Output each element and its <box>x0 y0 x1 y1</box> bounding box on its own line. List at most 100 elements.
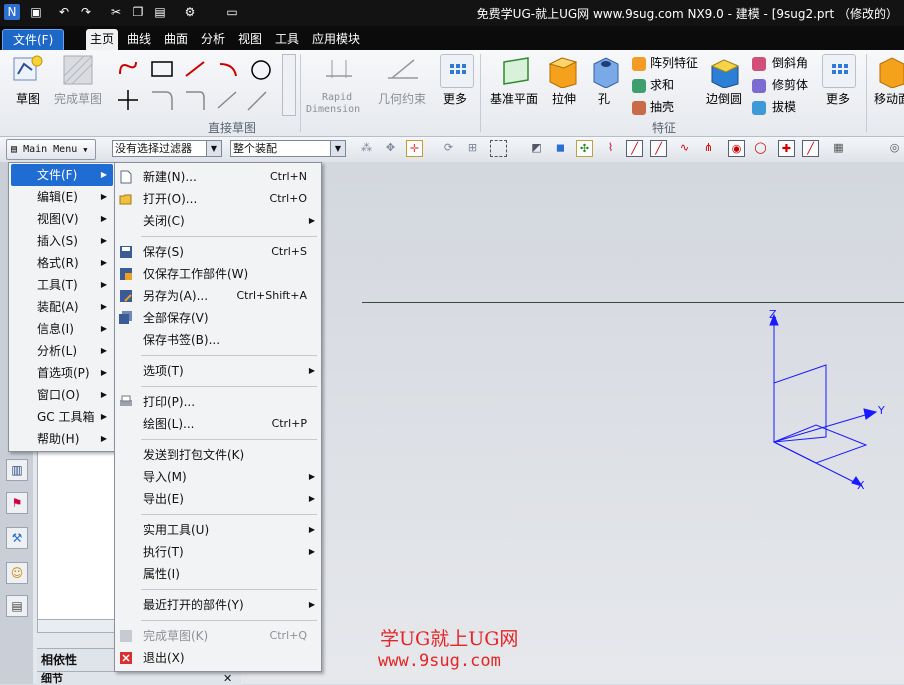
more-features-label[interactable]: 更多 <box>826 90 850 107</box>
sketch-gallery-scroll[interactable] <box>282 54 296 116</box>
shell-label[interactable]: 抽壳 <box>650 98 674 115</box>
sketch-label[interactable]: 草图 <box>16 90 40 107</box>
assembly-navigator-icon[interactable]: ⊞ <box>464 140 481 157</box>
paste-icon[interactable]: ▤ <box>152 4 168 20</box>
tab-file[interactable]: 文件(F) <box>2 29 65 51</box>
datum-plane-icon[interactable] <box>500 54 534 88</box>
sketch-icon[interactable] <box>12 54 44 88</box>
datum-plane-label[interactable]: 基准平面 <box>490 90 538 107</box>
pattern-feature-label[interactable]: 阵列特征 <box>650 54 698 71</box>
more-features-grid-icon[interactable] <box>822 54 856 88</box>
part-navigator-icon[interactable]: ▥ <box>6 459 28 481</box>
file-menu-utilities[interactable]: 实用工具(U) ▶ <box>115 519 321 541</box>
file-menu-open[interactable]: 打开(O)... Ctrl+O <box>115 188 321 210</box>
hd3d-tools-icon[interactable]: ⚒ <box>6 527 28 549</box>
file-menu-recent-parts[interactable]: 最近打开的部件(Y) ▶ <box>115 594 321 616</box>
unite-icon[interactable] <box>632 79 646 93</box>
arc-center-icon[interactable]: ◉ <box>728 140 745 157</box>
zoom-icon[interactable]: ◎ <box>886 140 903 157</box>
reuse-library-icon[interactable]: ⚑ <box>6 492 28 514</box>
point-on-curve-icon[interactable]: ╱ <box>802 140 819 157</box>
draft-icon[interactable] <box>752 101 766 115</box>
save-quick-icon[interactable]: ▣ <box>28 4 44 20</box>
chamfer-label[interactable]: 倒斜角 <box>772 54 808 71</box>
shaded-view-icon[interactable]: ◼ <box>552 140 569 157</box>
copy-icon[interactable]: ❐ <box>130 4 146 20</box>
mid-point-icon[interactable]: ╱ <box>650 140 667 157</box>
redo-icon[interactable]: ↷ <box>78 4 94 20</box>
sketch-curve-tools[interactable] <box>116 58 286 114</box>
file-menu-print[interactable]: 打印(P)... <box>115 391 321 413</box>
main-menu-item-tools[interactable]: 工具(T) ▶ <box>9 274 113 296</box>
main-menu-item-preferences[interactable]: 首选项(P) ▶ <box>9 362 113 384</box>
tab-view[interactable]: 视图 <box>234 29 266 50</box>
main-menu-item-file[interactable]: 文件(F) ▶ <box>11 164 113 186</box>
selection-scope-select[interactable]: 整个装配 ▼ <box>230 140 346 157</box>
point-snap-icon[interactable]: ✛ <box>406 140 423 157</box>
file-menu-plot[interactable]: 绘图(L)... Ctrl+P <box>115 413 321 435</box>
move-face-icon[interactable] <box>876 54 904 88</box>
tab-surface[interactable]: 曲面 <box>160 29 192 50</box>
main-menu-item-assembly[interactable]: 装配(A) ▶ <box>9 296 113 318</box>
control-point-icon[interactable]: ∿ <box>676 140 693 157</box>
file-menu-save[interactable]: 保存(S) Ctrl+S <box>115 241 321 263</box>
quadrant-icon[interactable]: ◯ <box>752 140 769 157</box>
file-menu-send-to-package[interactable]: 发送到打包文件(K) <box>115 444 321 466</box>
tab-analysis[interactable]: 分析 <box>197 29 229 50</box>
view-cube-icon[interactable]: ◩ <box>528 140 545 157</box>
snap-icon[interactable]: ⁂ <box>358 140 375 157</box>
end-point-icon[interactable]: ╱ <box>626 140 643 157</box>
extrude-label[interactable]: 拉伸 <box>552 90 576 107</box>
file-menu-close[interactable]: 关闭(C) ▶ <box>115 210 321 232</box>
edge-blend-icon[interactable] <box>708 54 742 88</box>
hole-label[interactable]: 孔 <box>598 90 610 107</box>
rectangle-select-icon[interactable] <box>490 140 507 157</box>
cut-icon[interactable]: ✂ <box>108 4 124 20</box>
trim-body-icon[interactable] <box>752 79 766 93</box>
trim-body-label[interactable]: 修剪体 <box>772 76 808 93</box>
file-menu-new[interactable]: 新建(N)... Ctrl+N <box>115 166 321 188</box>
main-menu-item-view[interactable]: 视图(V) ▶ <box>9 208 113 230</box>
snap-points-icon[interactable]: ✣ <box>576 140 593 157</box>
move-face-label[interactable]: 移动面 <box>874 90 904 107</box>
hole-icon[interactable] <box>590 54 622 88</box>
main-menu-item-gc-toolkit[interactable]: GC 工具箱 ▶ <box>9 406 113 428</box>
file-menu-save-all[interactable]: 全部保存(V) <box>115 307 321 329</box>
shell-icon[interactable] <box>632 101 646 115</box>
extrude-icon[interactable] <box>546 54 580 88</box>
main-menu-item-edit[interactable]: 编辑(E) ▶ <box>9 186 113 208</box>
file-menu-import[interactable]: 导入(M) ▶ <box>115 466 321 488</box>
file-menu-save-as[interactable]: 另存为(A)... Ctrl+Shift+A <box>115 285 321 307</box>
file-menu-save-work-part[interactable]: 仅保存工作部件(W) <box>115 263 321 285</box>
main-menu-item-window[interactable]: 窗口(O) ▶ <box>9 384 113 406</box>
file-menu-exit[interactable]: 退出(X) <box>115 647 321 669</box>
grid-icon[interactable]: ▦ <box>830 140 847 157</box>
select-icon[interactable]: ✥ <box>382 140 399 157</box>
more-label[interactable]: 更多 <box>443 90 467 107</box>
edge-blend-label[interactable]: 边倒圆 <box>706 90 742 107</box>
roles-icon[interactable]: ☺ <box>6 562 28 584</box>
draft-label[interactable]: 拔模 <box>772 98 796 115</box>
tab-tools[interactable]: 工具 <box>271 29 303 50</box>
pattern-feature-icon[interactable] <box>632 57 646 71</box>
file-menu-options[interactable]: 选项(T) ▶ <box>115 360 321 382</box>
link-icon[interactable]: ⟳ <box>440 140 457 157</box>
undo-icon[interactable]: ↶ <box>56 4 72 20</box>
quick-pick-icon[interactable]: ⌇ <box>602 140 619 157</box>
main-menu-item-information[interactable]: 信息(I) ▶ <box>9 318 113 340</box>
details-panel-header[interactable]: 细节 ✕ <box>37 671 241 685</box>
main-menu-item-insert[interactable]: 插入(S) ▶ <box>9 230 113 252</box>
tab-curve[interactable]: 曲线 <box>123 29 155 50</box>
close-icon[interactable]: ✕ <box>223 672 232 685</box>
main-menu-item-analysis[interactable]: 分析(L) ▶ <box>9 340 113 362</box>
history-icon[interactable]: ▤ <box>6 595 28 617</box>
chamfer-icon[interactable] <box>752 57 766 71</box>
tab-application[interactable]: 应用模块 <box>308 29 364 50</box>
main-menu-item-help[interactable]: 帮助(H) ▶ <box>9 428 113 450</box>
nx-logo-icon[interactable]: N <box>4 4 20 20</box>
type-filter-select[interactable]: 没有选择过滤器 ▼ <box>112 140 222 157</box>
repeat-command-icon[interactable]: ⚙ <box>182 4 198 20</box>
more-grid-icon[interactable] <box>440 54 474 88</box>
main-menu-item-format[interactable]: 格式(R) ▶ <box>9 252 113 274</box>
unite-label[interactable]: 求和 <box>650 76 674 93</box>
